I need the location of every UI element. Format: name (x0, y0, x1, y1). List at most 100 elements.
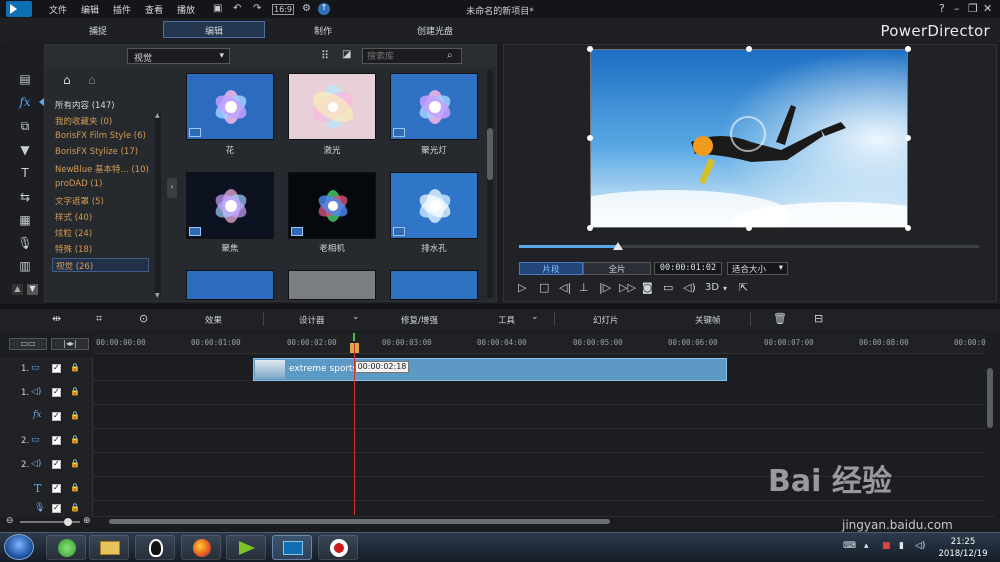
fx-room-icon[interactable]: fx (17, 95, 33, 111)
lock-icon[interactable]: 🔒 (70, 459, 80, 468)
zoom-out-icon[interactable]: ⊖ (6, 516, 14, 526)
restore-icon[interactable]: ❐ (968, 2, 978, 15)
taskbar-clock[interactable]: 21:25 2018/12/19 (932, 536, 994, 560)
menu-plugins[interactable]: 插件 (113, 3, 131, 16)
lock-icon[interactable]: 🔒 (70, 411, 80, 420)
resize-handle[interactable] (746, 46, 752, 52)
effect-thumb-partial[interactable] (186, 270, 274, 300)
split-icon[interactable]: ⊥ (579, 281, 589, 294)
chevron-down-icon[interactable]: ⌄ (352, 312, 360, 322)
search-icon[interactable]: ⌕ (447, 50, 453, 61)
keyframe-button[interactable]: 关键帧 (695, 314, 721, 326)
effect-thumb-old-camera[interactable] (288, 172, 376, 239)
category-item[interactable]: 特殊 (18) (55, 243, 92, 255)
category-select[interactable]: 视觉 ▾ (127, 48, 230, 64)
chevron-down-icon[interactable]: ⌄ (531, 312, 539, 322)
dropdown-circle-icon[interactable]: ⊙ (139, 312, 148, 325)
timeline-zoom-knob[interactable] (64, 518, 72, 526)
category-item[interactable]: 所有内容 (147) (55, 99, 115, 111)
media-room-icon[interactable]: ▤ (17, 72, 33, 88)
resize-handle[interactable] (905, 135, 911, 141)
effect-thumb-flower[interactable] (186, 73, 274, 140)
effect-thumb-drain[interactable] (390, 172, 478, 239)
tray-volume-icon[interactable]: ◁) (915, 541, 925, 551)
stop-icon[interactable]: □ (539, 281, 549, 294)
start-button[interactable] (4, 534, 34, 560)
taskbar-app-firefox[interactable] (181, 535, 221, 560)
zoom-in-icon[interactable]: ⊕ (83, 516, 91, 526)
resize-handle[interactable] (746, 225, 752, 231)
thumbnail-size-icon[interactable]: ◪ (342, 49, 351, 60)
voiceover-room-icon[interactable]: 🎙 (17, 236, 33, 252)
undock-icon[interactable]: ⇱ (739, 281, 748, 294)
track-enable-checkbox[interactable] (52, 503, 61, 513)
tray-security-icon[interactable]: ■ (882, 541, 891, 551)
category-item[interactable]: NewBlue 基本特... (10) (55, 163, 149, 175)
resize-handle[interactable] (587, 225, 593, 231)
library-scrollbar-thumb[interactable] (487, 128, 493, 180)
crop-icon[interactable]: ⌗ (96, 312, 102, 326)
help-icon[interactable]: ? (939, 2, 945, 15)
slideshow-button[interactable]: 幻灯片 (593, 314, 619, 326)
lock-icon[interactable]: 🔒 (70, 503, 80, 512)
previous-frame-icon[interactable]: ◁| (559, 281, 571, 294)
timeline-track-audio-1[interactable] (0, 381, 995, 405)
timeline-horizontal-scroll-thumb[interactable] (109, 519, 610, 524)
lock-icon[interactable]: 🔒 (70, 387, 80, 396)
next-frame-icon[interactable]: |▷ (599, 281, 611, 294)
subtitle-icon[interactable]: ▭ (663, 281, 673, 294)
tab-edit[interactable]: 编辑 (163, 21, 265, 38)
taskbar-app-powerdirector[interactable] (272, 535, 312, 560)
play-icon[interactable]: ▷ (518, 281, 526, 294)
category-item[interactable]: 样式 (40) (55, 211, 92, 223)
timeline-mode-icon[interactable]: ⇹ (52, 312, 61, 325)
lock-icon[interactable]: 🔒 (70, 363, 80, 372)
tray-keyboard-icon[interactable]: ⌨ (843, 541, 856, 551)
timeline-track-video-2[interactable] (0, 429, 995, 453)
track-enable-checkbox[interactable] (52, 483, 61, 493)
menu-play[interactable]: 播放 (177, 3, 195, 16)
menu-view[interactable]: 查看 (145, 3, 163, 16)
minimize-icon[interactable]: – (954, 2, 960, 15)
movie-mode-button[interactable]: 全片 (583, 262, 651, 275)
lock-icon[interactable]: 🔒 (70, 435, 80, 444)
snapshot-icon[interactable]: ◙ (642, 281, 653, 294)
scroll-down-icon[interactable]: ▼ (155, 292, 160, 299)
clip-mode-button[interactable]: 片段 (519, 262, 583, 275)
track-manager-button[interactable]: ▭▭ (9, 338, 47, 350)
chapter-room-icon[interactable]: ▥ (17, 259, 33, 275)
lock-icon[interactable]: 🔒 (70, 483, 80, 492)
timeline-vertical-scroll-thumb[interactable] (987, 368, 993, 428)
scroll-up-icon[interactable]: ▲ (155, 112, 160, 119)
track-enable-checkbox[interactable] (52, 363, 61, 373)
effect-thumb-spotlight[interactable] (390, 73, 478, 140)
timecode-display[interactable]: 00:00:01:02 (654, 262, 722, 275)
category-item[interactable]: 我的收藏夹 (0) (55, 115, 112, 127)
preview-scrubber-knob[interactable] (613, 242, 623, 250)
particle-room-icon[interactable]: ▼ (17, 143, 33, 159)
resize-handle[interactable] (587, 135, 593, 141)
taskbar-app-explorer[interactable] (89, 535, 129, 560)
sidebar-down-icon[interactable]: ▼ (27, 284, 38, 295)
category-item[interactable]: proDAD (1) (55, 179, 102, 189)
settings-gear-icon[interactable]: ⚙ (302, 3, 311, 14)
pip-room-icon[interactable]: ⧉ (17, 119, 33, 135)
fast-forward-icon[interactable]: ▷▷ (619, 281, 636, 294)
redo-icon[interactable]: ↷ (253, 3, 261, 14)
taskbar-app-qq[interactable] (135, 535, 175, 560)
more-options-icon[interactable]: ⊟ (814, 312, 823, 325)
3d-mode-label[interactable]: 3D (705, 282, 719, 293)
effect-thumb-focus[interactable] (186, 172, 274, 239)
trash-icon[interactable]: 🗑 (773, 312, 787, 325)
undo-icon[interactable]: ↶ (233, 3, 241, 14)
effect-thumb-partial[interactable] (288, 270, 376, 300)
timeline-track-fx[interactable] (0, 405, 995, 429)
effect-thumb-partial[interactable] (390, 270, 478, 300)
effects-button[interactable]: 效果 (205, 314, 222, 326)
tray-network-icon[interactable]: ▮ (899, 541, 904, 551)
menu-edit[interactable]: 编辑 (81, 3, 99, 16)
resize-handle[interactable] (905, 46, 911, 52)
sidebar-up-icon[interactable]: ▲ (12, 284, 23, 295)
taskbar-app-360[interactable] (46, 535, 86, 560)
library-scrollbar[interactable] (487, 70, 493, 298)
